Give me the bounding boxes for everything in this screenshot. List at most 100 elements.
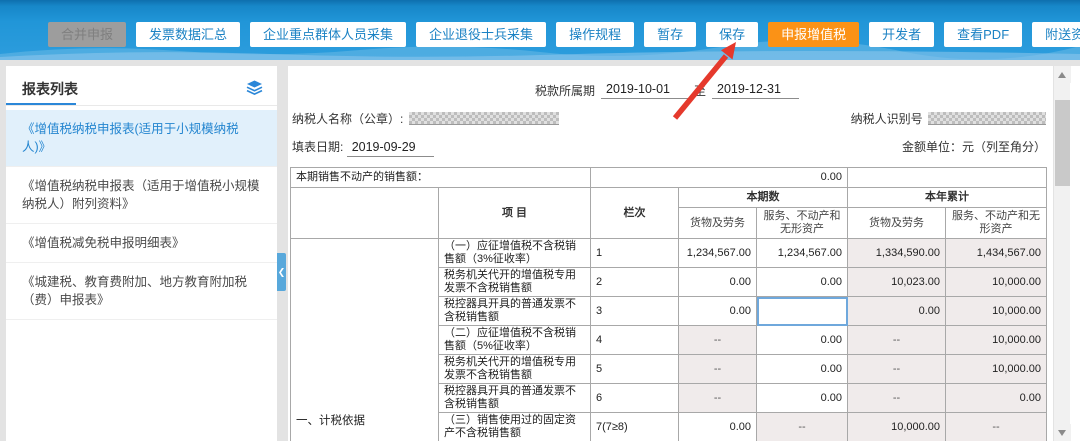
sidebar-title: 报表列表	[22, 81, 78, 97]
toolbar-button-invoice-data-summary[interactable]: 发票数据汇总	[136, 22, 240, 47]
table-cell: --	[679, 355, 757, 384]
row-number: 7(7≥8)	[591, 413, 679, 441]
period-label: 税款所属期	[535, 82, 595, 99]
table-cell[interactable]: 1,234,567.00	[679, 239, 757, 268]
table-cell: 10,000.00	[946, 326, 1047, 355]
toolbar-button-temp-save[interactable]: 暂存	[644, 22, 696, 47]
unit-label: 金额单位：元（列至角分）	[902, 138, 1046, 155]
scroll-up-button[interactable]	[1054, 66, 1071, 83]
sidebar-collapse-handle[interactable]: ❮	[277, 253, 286, 291]
toolbar-button-veteran-collection[interactable]: 企业退役士兵采集	[416, 22, 546, 47]
table-cell[interactable]: 0.00	[757, 355, 848, 384]
realty-sales-label: 本期销售不动产的销售额：	[291, 168, 591, 188]
taxpayer-id-label: 纳税人识别号	[851, 112, 923, 126]
table-cell: 1,334,590.00	[848, 239, 946, 268]
vat-declaration-table: 本期销售不动产的销售额： 0.00 项 目 栏次 本期数 本年累计 货物及劳务 …	[290, 167, 1047, 441]
taxpayer-name-label: 纳税人名称（公章）:	[292, 112, 403, 126]
scrollbar-thumb[interactable]	[1055, 100, 1070, 186]
table-cell: 10,000.00	[848, 413, 946, 441]
toolbar: 合并申报发票数据汇总企业重点群体人员采集企业退役士兵采集操作规程暂存保存申报增值…	[0, 0, 1080, 60]
row-number: 4	[591, 326, 679, 355]
row-number: 2	[591, 268, 679, 297]
sidebar-item-1[interactable]: 《增值税纳税申报表（适用于增值税小规模纳税人）附列资料》	[6, 167, 277, 224]
realty-sales-row: 本期销售不动产的销售额： 0.00	[291, 168, 1047, 188]
period-to-label: 至	[694, 82, 706, 99]
table-cell: --	[848, 384, 946, 413]
table-cell[interactable]: 1,234,567.00	[757, 239, 848, 268]
toolbar-button-key-group-collection[interactable]: 企业重点群体人员采集	[250, 22, 406, 47]
table-cell: --	[679, 384, 757, 413]
row-item-label: 税务机关代开的增值税专用发票不含税销售额	[439, 355, 591, 384]
row-item-label: （一）应征增值税不含税销售额（3%征收率）	[439, 239, 591, 268]
table-cell[interactable]: 0.00	[679, 268, 757, 297]
table-cell[interactable]: 0.00	[679, 297, 757, 326]
table-cell: 10,000.00	[946, 297, 1047, 326]
table-cell[interactable]: 0.00	[757, 326, 848, 355]
fill-date-field[interactable]: 2019-09-29	[347, 140, 434, 157]
form-panel: 税款所属期 2019-10-01 至 2019-12-31 纳税人名称（公章）:…	[288, 66, 1080, 441]
row-item-label: 税控器具开具的普通发票不含税销售额	[439, 297, 591, 326]
table-header-row-1: 项 目 栏次 本期数 本年累计	[291, 188, 1047, 208]
realty-sales-empty-cell	[848, 168, 1047, 188]
header-divider	[6, 105, 277, 106]
toolbar-button-merge-filing[interactable]: 合并申报	[48, 22, 126, 47]
chevron-left-icon: ❮	[278, 267, 286, 277]
table-cell: 10,000.00	[946, 268, 1047, 297]
header-ytd: 本年累计	[848, 188, 1047, 208]
table-cell: 10,000.00	[946, 355, 1047, 384]
arrow-up-icon	[1058, 72, 1066, 78]
table-cell: --	[757, 413, 848, 441]
vertical-scrollbar[interactable]	[1053, 66, 1070, 441]
toolbar-button-developer[interactable]: 开发者	[869, 22, 934, 47]
row-number: 3	[591, 297, 679, 326]
header-goods-ytd: 货物及劳务	[848, 208, 946, 239]
table-cell[interactable]: 0.00	[757, 384, 848, 413]
realty-sales-value[interactable]: 0.00	[591, 168, 848, 188]
sidebar-item-2[interactable]: 《增值税减免税申报明细表》	[6, 224, 277, 263]
taxpayer-row: 纳税人名称（公章）: 纳税人识别号	[292, 110, 1046, 127]
period-start-field[interactable]: 2019-10-01	[601, 82, 688, 99]
table-cell: 10,023.00	[848, 268, 946, 297]
toolbar-button-save[interactable]: 保存	[706, 22, 758, 47]
arrow-down-icon	[1058, 430, 1066, 436]
focused-table-cell[interactable]	[757, 297, 848, 326]
table-cell: --	[946, 413, 1047, 441]
toolbar-button-view-pdf[interactable]: 查看PDF	[944, 22, 1022, 47]
fill-date-label: 填表日期:	[292, 140, 343, 154]
header-services-ytd: 服务、不动产和无形资产	[946, 208, 1047, 239]
toolbar-button-operation-guide[interactable]: 操作规程	[556, 22, 634, 47]
row-item-label: （三）销售使用过的固定资产不含税销售额	[439, 413, 591, 441]
header-goods-current: 货物及劳务	[679, 208, 757, 239]
table-cell: --	[848, 355, 946, 384]
toolbar-button-declare-vat[interactable]: 申报增值税	[768, 22, 859, 47]
table-cell[interactable]: 0.00	[679, 413, 757, 441]
layers-icon[interactable]	[246, 80, 263, 95]
row-number: 1	[591, 239, 679, 268]
table-cell: --	[679, 326, 757, 355]
toolbar-button-attachments[interactable]: 附送资料	[1032, 22, 1080, 47]
period-end-field[interactable]: 2019-12-31	[712, 82, 799, 99]
table-cell: 0.00	[848, 297, 946, 326]
sidebar-item-0[interactable]: 《增值税纳税申报表(适用于小规模纳税人)》	[6, 110, 277, 167]
fill-date-row: 填表日期: 2019-09-29 金额单位：元（列至角分）	[292, 138, 1046, 157]
header-item: 项 目	[439, 188, 591, 239]
tax-filing-app: 合并申报发票数据汇总企业重点群体人员采集企业退役士兵采集操作规程暂存保存申报增值…	[0, 0, 1080, 441]
header-spacer-cell	[291, 188, 439, 239]
scroll-down-button[interactable]	[1054, 424, 1071, 441]
category-label: 一、计税依据	[291, 239, 439, 441]
taxpayer-name-redacted	[409, 112, 559, 125]
table-cell: 1,434,567.00	[946, 239, 1047, 268]
sidebar-header: 报表列表	[6, 66, 277, 108]
taxpayer-id-redacted	[928, 112, 1046, 125]
table-cell[interactable]: 0.00	[757, 268, 848, 297]
row-number: 5	[591, 355, 679, 384]
table-cell: 0.00	[946, 384, 1047, 413]
row-item-label: 税控器具开具的普通发票不含税销售额	[439, 384, 591, 413]
header-column: 栏次	[591, 188, 679, 239]
table-cell: --	[848, 326, 946, 355]
row-item-label: （二）应征增值税不含税销售额（5%征收率）	[439, 326, 591, 355]
header-current-period: 本期数	[679, 188, 848, 208]
sidebar-item-3[interactable]: 《城建税、教育费附加、地方教育附加税（费）申报表》	[6, 263, 277, 320]
tax-period-row: 税款所属期 2019-10-01 至 2019-12-31	[288, 82, 1046, 99]
header-services-current: 服务、不动产和无形资产	[757, 208, 848, 239]
